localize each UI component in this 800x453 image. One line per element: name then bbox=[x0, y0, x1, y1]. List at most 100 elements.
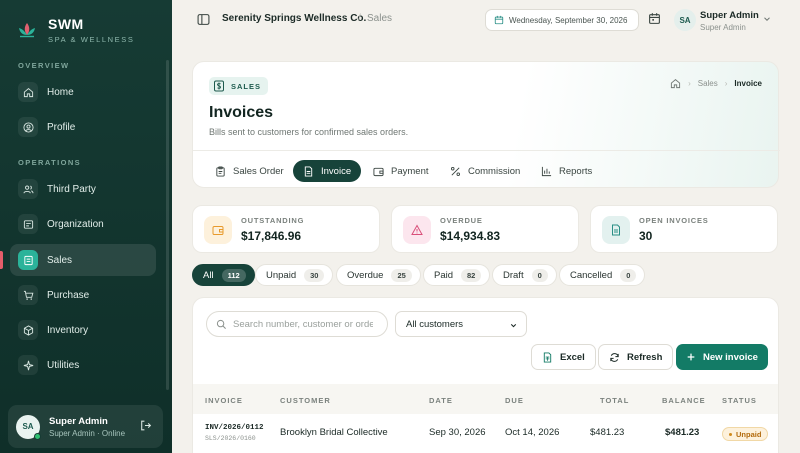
column-header-date[interactable]: DATE bbox=[429, 396, 453, 405]
order-number: SLS/2026/0160 bbox=[205, 435, 256, 442]
tab-payment[interactable]: Payment bbox=[363, 160, 439, 182]
stat-value: $14,934.83 bbox=[440, 229, 501, 243]
filter-count: 0 bbox=[531, 268, 548, 282]
button-label: New invoice bbox=[703, 351, 758, 363]
column-header-invoice[interactable]: INVOICE bbox=[205, 396, 243, 405]
sparkle-icon bbox=[18, 355, 38, 375]
profile-icon bbox=[18, 117, 38, 137]
sidebar-item-label: Sales bbox=[47, 254, 73, 266]
breadcrumb-sales[interactable]: Sales bbox=[698, 79, 718, 88]
section-badge: SALES bbox=[209, 77, 269, 95]
sidebar-user-card[interactable]: SA Super Admin Super Admin · Online bbox=[8, 405, 163, 448]
breadcrumb-section: Sales bbox=[367, 13, 393, 24]
chevron-right-icon: › bbox=[688, 79, 691, 88]
tab-label: Commission bbox=[468, 165, 521, 177]
filter-count: 30 bbox=[304, 268, 325, 282]
tab-commission[interactable]: Commission bbox=[440, 160, 530, 182]
user-name: Super Admin bbox=[49, 415, 108, 427]
tab-reports[interactable]: Reports bbox=[531, 160, 602, 182]
brand-name: SWM bbox=[48, 15, 84, 32]
search-input[interactable] bbox=[233, 318, 373, 330]
filter-paid[interactable]: Paid 82 bbox=[423, 264, 491, 286]
box-icon bbox=[18, 320, 38, 340]
column-header-balance[interactable]: BALANCE bbox=[662, 396, 706, 405]
sidebar-item-label: Purchase bbox=[47, 289, 90, 301]
company-name[interactable]: Serenity Springs Wellness Co. bbox=[222, 13, 366, 24]
invoice-number[interactable]: INV/2026/0112 bbox=[205, 424, 264, 432]
filter-unpaid[interactable]: Unpaid 30 bbox=[255, 264, 334, 286]
sidebar-item-label: Organization bbox=[47, 218, 104, 230]
avatar-initials: SA bbox=[22, 422, 34, 431]
sidebar-scrollbar[interactable] bbox=[166, 60, 169, 390]
excel-button[interactable]: Excel bbox=[531, 344, 596, 370]
cart-icon bbox=[18, 285, 38, 305]
sidebar: SWM SPA & WELLNESS OVERVIEW Home Profile… bbox=[0, 0, 172, 453]
filter-count: 112 bbox=[221, 268, 246, 282]
sidebar-item-utilities[interactable]: Utilities bbox=[10, 349, 156, 381]
top-avatar[interactable]: SA bbox=[674, 9, 696, 31]
filter-label: All bbox=[203, 269, 214, 281]
warning-icon bbox=[403, 216, 431, 244]
sidebar-item-organization[interactable]: Organization bbox=[10, 208, 156, 240]
column-header-due[interactable]: DUE bbox=[505, 396, 524, 405]
page-subtitle: Bills sent to customers for confirmed sa… bbox=[209, 127, 409, 137]
table-header: INVOICE CUSTOMER DATE DUE TOTAL BALANCE … bbox=[193, 384, 778, 414]
brand[interactable]: SWM SPA & WELLNESS bbox=[0, 0, 172, 48]
invoice-date: Sep 30, 2026 bbox=[429, 427, 486, 438]
stat-overdue: OVERDUE $14,934.83 bbox=[391, 205, 579, 253]
home-icon[interactable] bbox=[670, 78, 681, 89]
wallet-icon bbox=[204, 216, 232, 244]
sidebar-item-home[interactable]: Home bbox=[10, 76, 156, 108]
sidebar-item-sales[interactable]: Sales bbox=[10, 244, 156, 276]
document-icon bbox=[602, 216, 630, 244]
clipboard-icon bbox=[216, 165, 225, 177]
status-text: Unpaid bbox=[736, 429, 762, 439]
filter-label: Paid bbox=[434, 269, 454, 281]
tab-label: Sales Order bbox=[233, 165, 284, 177]
column-header-customer[interactable]: CUSTOMER bbox=[280, 396, 331, 405]
stat-label: OUTSTANDING bbox=[241, 216, 305, 225]
spreadsheet-icon bbox=[543, 351, 552, 363]
breadcrumb-separator: / bbox=[358, 13, 361, 24]
section-label-operations: OPERATIONS bbox=[18, 158, 82, 167]
column-header-status[interactable]: STATUS bbox=[722, 396, 757, 405]
filter-all[interactable]: All 112 bbox=[192, 264, 255, 286]
sidebar-item-inventory[interactable]: Inventory bbox=[10, 314, 156, 346]
sidebar-item-label: Profile bbox=[47, 121, 76, 133]
date-display: Wednesday, September 30, 2026 bbox=[485, 9, 639, 31]
tab-invoice[interactable]: Invoice bbox=[293, 160, 362, 182]
tab-bar: Sales Order Invoice Payment Commission R… bbox=[193, 150, 780, 188]
refresh-button[interactable]: Refresh bbox=[598, 344, 674, 370]
top-user-name: Super Admin bbox=[700, 10, 759, 21]
calendar-button-icon[interactable] bbox=[648, 12, 661, 25]
lotus-logo-icon bbox=[19, 23, 35, 38]
search-box[interactable] bbox=[206, 311, 388, 337]
sidebar-item-purchase[interactable]: Purchase bbox=[10, 279, 156, 311]
sidebar-item-third-party[interactable]: Third Party bbox=[10, 173, 156, 205]
select-value: All customers bbox=[406, 318, 464, 330]
filter-count: 25 bbox=[391, 268, 412, 282]
online-status-dot bbox=[34, 432, 41, 440]
chevron-down-icon[interactable] bbox=[762, 14, 772, 24]
sidebar-item-profile[interactable]: Profile bbox=[10, 111, 156, 143]
invoice-balance: $481.23 bbox=[665, 427, 700, 438]
filter-cancelled[interactable]: Cancelled 0 bbox=[559, 264, 646, 286]
plus-icon bbox=[687, 353, 695, 361]
logout-icon[interactable] bbox=[139, 419, 152, 432]
filter-draft[interactable]: Draft 0 bbox=[492, 264, 557, 286]
table-row[interactable]: INV/2026/0112 SLS/2026/0160 Brooklyn Bri… bbox=[193, 416, 778, 450]
column-header-total[interactable]: TOTAL bbox=[600, 396, 629, 405]
filter-overdue[interactable]: Overdue 25 bbox=[336, 264, 421, 286]
tab-sales-order[interactable]: Sales Order bbox=[205, 160, 294, 182]
customer-filter-select[interactable]: All customers bbox=[395, 311, 527, 337]
status-dot bbox=[729, 432, 732, 436]
stat-value: $17,846.96 bbox=[241, 229, 302, 243]
filter-label: Overdue bbox=[347, 269, 384, 281]
sidebar-toggle-icon[interactable] bbox=[197, 13, 210, 26]
section-label-overview: OVERVIEW bbox=[18, 61, 70, 70]
bar-chart-icon bbox=[541, 166, 552, 176]
top-user-info[interactable]: Super Admin Super Admin bbox=[700, 10, 759, 32]
percent-icon bbox=[451, 166, 460, 176]
new-invoice-button[interactable]: New invoice bbox=[676, 344, 768, 370]
status-badge: Unpaid bbox=[722, 427, 769, 441]
